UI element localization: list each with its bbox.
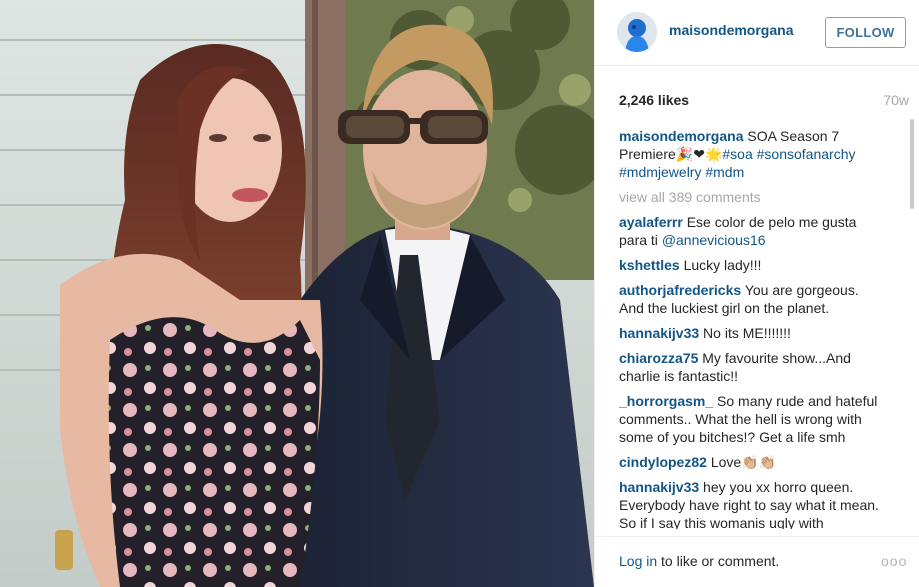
comment: cindylopez82 Love👏🏼👏🏼 <box>619 453 881 471</box>
comment: authorjafredericks You are gorgeous. And… <box>619 281 881 317</box>
scrollbar-thumb[interactable] <box>910 119 914 209</box>
post-age[interactable]: 70w <box>883 92 909 108</box>
comment: _horrorgasm_ So many rude and hateful co… <box>619 392 881 446</box>
login-prompt: Log in to like or comment. <box>619 553 779 569</box>
comment: ayalaferrr Ese color de pelo me gusta pa… <box>619 213 881 249</box>
post-photo[interactable] <box>0 0 594 587</box>
comment-text: Love👏🏼👏🏼 <box>710 454 777 470</box>
comment: kshettles Lucky lady!!! <box>619 256 881 274</box>
more-options-icon[interactable]: ooo <box>881 553 907 569</box>
comment-username[interactable]: _horrorgasm_ <box>619 393 713 409</box>
post-stats: 2,246 likes 70w <box>619 92 909 112</box>
post-image <box>0 0 594 587</box>
post-header: maisondemorgana FOLLOW <box>595 0 919 66</box>
caption-emoji: 🎉❤🌟 <box>675 146 723 162</box>
hashtag[interactable]: #mdm <box>705 164 744 180</box>
post-sidebar: maisondemorgana FOLLOW 2,246 likes 70w m… <box>594 0 919 587</box>
caption-username[interactable]: maisondemorgana <box>619 128 743 144</box>
comment-username[interactable]: hannakijv33 <box>619 479 699 495</box>
caption: maisondemorgana SOA Season 7 Premiere🎉❤🌟… <box>619 127 881 181</box>
comment-username[interactable]: chiarozza75 <box>619 350 698 366</box>
view-all-comments-link[interactable]: view all 389 comments <box>619 188 881 206</box>
comment-username[interactable]: authorjafredericks <box>619 282 741 298</box>
hashtag[interactable]: #soa <box>722 146 752 162</box>
profile-avatar-icon[interactable] <box>617 12 657 52</box>
comments-list[interactable]: maisondemorgana SOA Season 7 Premiere🎉❤🌟… <box>619 127 881 529</box>
likes-count[interactable]: 2,246 likes <box>619 92 689 108</box>
comment-username[interactable]: kshettles <box>619 257 680 273</box>
comment: hannakijv33 hey you xx horro queen. Ever… <box>619 478 881 529</box>
comment-username[interactable]: cindylopez82 <box>619 454 707 470</box>
post-footer: Log in to like or comment. ooo <box>595 536 919 587</box>
comment-username[interactable]: hannakijv33 <box>619 325 699 341</box>
comment-text: No its ME!!!!!!! <box>703 325 791 341</box>
header-username[interactable]: maisondemorgana <box>669 22 793 38</box>
hashtag[interactable]: #sonsofanarchy <box>757 146 856 162</box>
follow-button[interactable]: FOLLOW <box>825 17 906 48</box>
comments-scrollbar[interactable] <box>910 119 914 529</box>
comment-mention[interactable]: @annevicious16 <box>662 232 766 248</box>
comment: hannakijv33 No its ME!!!!!!! <box>619 324 881 342</box>
login-link[interactable]: Log in <box>619 553 657 569</box>
hashtag[interactable]: #mdmjewelry <box>619 164 701 180</box>
login-prompt-text: to like or comment. <box>657 553 780 569</box>
comment-username[interactable]: ayalaferrr <box>619 214 683 230</box>
comment-text: Lucky lady!!! <box>683 257 762 273</box>
comment: chiarozza75 My favourite show...And char… <box>619 349 881 385</box>
